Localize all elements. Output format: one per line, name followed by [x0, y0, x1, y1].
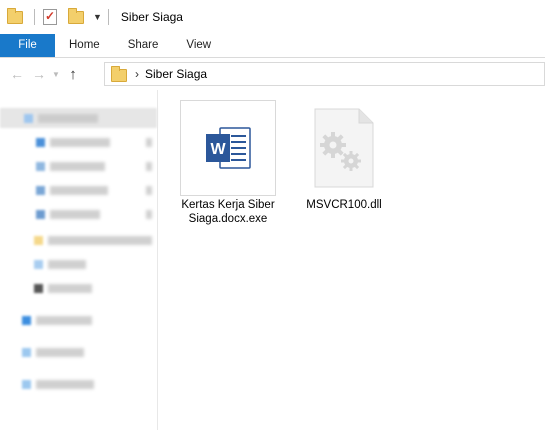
nav-item-label[interactable]: [48, 236, 152, 245]
svg-text:W: W: [210, 141, 226, 158]
nav-item-label[interactable]: [50, 186, 108, 195]
window-title: Siber Siaga: [120, 10, 183, 24]
file-item[interactable]: W Kertas Kerja Siber Siaga.docx.exe: [173, 100, 283, 226]
nav-item-icon: [36, 162, 45, 171]
nav-item-label[interactable]: [50, 162, 105, 171]
tab-view[interactable]: View: [172, 34, 225, 57]
back-arrow-icon[interactable]: ←: [6, 63, 28, 85]
nav-item-icon: [24, 114, 33, 123]
dll-gears-icon: [314, 108, 374, 188]
title-bar: ▼ Siber Siaga: [0, 0, 545, 34]
nav-item-icon: [34, 236, 43, 245]
nav-pin: [146, 138, 152, 147]
breadcrumb-chevron-icon[interactable]: ›: [135, 67, 139, 81]
file-thumbnail[interactable]: W: [180, 100, 276, 196]
file-list[interactable]: W Kertas Kerja Siber Siaga.docx.exe MSVC…: [159, 90, 545, 430]
title-separator: [107, 9, 109, 25]
nav-item-icon: [34, 260, 43, 269]
nav-item-label[interactable]: [48, 260, 86, 269]
tab-home[interactable]: Home: [55, 34, 114, 57]
up-arrow-icon[interactable]: ↑: [62, 63, 84, 85]
nav-item-label[interactable]: [38, 114, 98, 123]
navigation-pane[interactable]: [0, 90, 158, 430]
navigation-bar: ← → ▼ ↑ › Siber Siaga: [0, 58, 545, 90]
nav-item-label[interactable]: [50, 138, 110, 147]
nav-item-label[interactable]: [48, 284, 92, 293]
nav-pin: [146, 162, 152, 171]
folder-icon: [6, 7, 24, 26]
breadcrumb-current[interactable]: Siber Siaga: [145, 67, 207, 81]
file-name[interactable]: Kertas Kerja Siber Siaga.docx.exe: [173, 198, 283, 226]
address-bar[interactable]: › Siber Siaga: [104, 62, 545, 86]
nav-item-label[interactable]: [36, 316, 92, 325]
new-folder-icon[interactable]: [67, 7, 85, 26]
nav-item-icon: [36, 210, 45, 219]
address-folder-icon: [111, 66, 127, 82]
file-thumbnail[interactable]: [296, 100, 392, 196]
forward-arrow-icon[interactable]: →: [28, 63, 50, 85]
customize-toolbar-dropdown-icon[interactable]: ▼: [93, 12, 102, 22]
nav-pin: [146, 186, 152, 195]
nav-item-label[interactable]: [50, 210, 100, 219]
file-name[interactable]: MSVCR100.dll: [289, 198, 399, 212]
nav-item-icon: [36, 138, 45, 147]
nav-item-icon: [34, 284, 43, 293]
word-document-icon: W: [206, 127, 251, 169]
recent-locations-chevron-icon[interactable]: ▼: [50, 63, 62, 85]
nav-item-icon: [22, 348, 31, 357]
nav-pin: [146, 210, 152, 219]
nav-item-icon: [36, 186, 45, 195]
tab-file[interactable]: File: [0, 34, 55, 57]
nav-item-icon: [22, 316, 31, 325]
toolbar-separator: [34, 9, 35, 25]
properties-icon[interactable]: [41, 8, 59, 26]
tab-share[interactable]: Share: [114, 34, 173, 57]
nav-item-icon: [22, 380, 31, 389]
nav-item-label[interactable]: [36, 348, 84, 357]
nav-item-label[interactable]: [36, 380, 94, 389]
ribbon-tabs: File Home Share View: [0, 34, 545, 58]
file-item[interactable]: MSVCR100.dll: [289, 100, 399, 212]
